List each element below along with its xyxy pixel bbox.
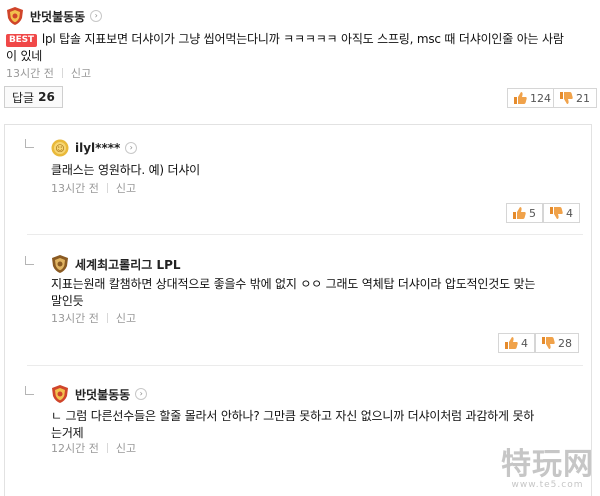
author-name[interactable]: 반덧불동동 bbox=[30, 8, 85, 25]
reply-arrow-icon bbox=[25, 139, 34, 148]
comment-time: 13시간 전 bbox=[6, 67, 54, 80]
reply-meta: 12시간 전 신고 bbox=[51, 440, 136, 456]
reply-author-line: 세계최고롤리그 LPL bbox=[51, 254, 181, 274]
reply-meta: 13시간 전 신고 bbox=[51, 310, 136, 326]
reply-author-line: 반덧불동동 › bbox=[51, 384, 148, 404]
comment-meta: 13시간 전 신고 bbox=[6, 65, 91, 81]
thumbs-down-icon bbox=[560, 92, 573, 104]
like-count: 5 bbox=[529, 206, 536, 220]
meta-separator bbox=[106, 183, 108, 193]
like-button[interactable]: 4 bbox=[498, 333, 535, 353]
reply-meta: 13시간 전 신고 bbox=[51, 180, 136, 196]
reply-time: 13시간 전 bbox=[51, 312, 99, 325]
like-button[interactable]: 5 bbox=[506, 203, 543, 223]
author-name[interactable]: ilyl**** bbox=[75, 141, 120, 155]
reply-divider bbox=[27, 365, 583, 366]
reply-count: 26 bbox=[38, 90, 55, 104]
comment-author-line: 반덧불동동 › bbox=[6, 6, 103, 26]
comment-text-line1: lpl 탑솔 지표보면 더샤이가 그냥 씹어먹는다니까 ㅋㅋㅋㅋㅋ 아직도 스프… bbox=[41, 32, 564, 46]
thumbs-down-icon bbox=[550, 207, 563, 219]
svg-text:☺: ☺ bbox=[55, 144, 64, 155]
like-count: 4 bbox=[521, 336, 528, 350]
meta-separator bbox=[106, 443, 108, 453]
shield-badge-icon: ☺ bbox=[51, 139, 69, 157]
reply-author-line: ☺ ilyl**** › bbox=[51, 138, 138, 158]
dislike-button[interactable]: 21 bbox=[553, 88, 597, 108]
like-count: 124 bbox=[530, 91, 551, 105]
dislike-count: 28 bbox=[558, 336, 572, 350]
watermark-url: www.te5.com bbox=[511, 480, 584, 490]
like-button[interactable]: 124 bbox=[507, 88, 558, 108]
meta-separator bbox=[61, 68, 63, 78]
thumbs-up-icon bbox=[505, 337, 518, 349]
replies-container: ☺ ilyl**** › 클래스는 영원하다. 예) 더샤이 13시간 전 신고… bbox=[4, 124, 592, 496]
comment-text-line2: 이 있네 bbox=[6, 49, 43, 63]
shield-badge-icon bbox=[6, 7, 24, 25]
reply-arrow-icon bbox=[25, 386, 34, 395]
reply-time: 12시간 전 bbox=[51, 442, 99, 455]
site-watermark: 特玩网 www.te5.com bbox=[501, 447, 594, 491]
chevron-right-icon[interactable]: › bbox=[125, 142, 138, 154]
thumbs-up-icon bbox=[514, 92, 527, 104]
dislike-count: 21 bbox=[576, 91, 590, 105]
dislike-count: 4 bbox=[566, 206, 573, 220]
reply-toggle-button[interactable]: 답글 26 bbox=[4, 86, 63, 108]
meta-separator bbox=[106, 313, 108, 323]
reply-text-line1: ㄴ 그럼 다른선수들은 할줄 몰라서 안하나? 그만큼 못하고 자신 없으니까 … bbox=[51, 409, 535, 423]
report-link[interactable]: 신고 bbox=[116, 440, 136, 456]
report-link[interactable]: 신고 bbox=[116, 310, 136, 326]
chevron-right-icon[interactable]: › bbox=[135, 388, 148, 400]
thumbs-down-icon bbox=[542, 337, 555, 349]
reply-arrow-icon bbox=[25, 256, 34, 265]
comment-body: BEST lpl 탑솔 지표보면 더샤이가 그냥 씹어먹는다니까 ㅋㅋㅋㅋㅋ 아직… bbox=[6, 31, 598, 65]
reply-text-line2: 말인듯 bbox=[51, 294, 84, 308]
reply-text-line2: 는거제 bbox=[51, 426, 84, 440]
reply-text-line1: 클래스는 영원하다. 예) 더샤이 bbox=[51, 163, 201, 177]
reply-button-label: 답글 bbox=[12, 90, 35, 105]
report-link[interactable]: 신고 bbox=[116, 180, 136, 196]
author-name[interactable]: 반덧불동동 bbox=[75, 386, 130, 403]
reply-divider bbox=[27, 234, 583, 235]
dislike-button[interactable]: 28 bbox=[535, 333, 579, 353]
best-badge: BEST bbox=[6, 34, 37, 47]
shield-badge-icon bbox=[51, 385, 69, 403]
chevron-right-icon[interactable]: › bbox=[90, 10, 103, 22]
dislike-button[interactable]: 4 bbox=[543, 203, 580, 223]
thumbs-up-icon bbox=[513, 207, 526, 219]
reply-time: 13시간 전 bbox=[51, 182, 99, 195]
watermark-logo-text: 特玩网 bbox=[501, 447, 594, 482]
reply-text-line1: 지표는원래 칼챔하면 상대적으로 좋을수 밖에 없지 ㅇㅇ 그래도 역체탑 더샤… bbox=[51, 277, 536, 291]
reply-body: ㄴ 그럼 다른선수들은 할줄 몰라서 안하나? 그만큼 못하고 자신 없으니까 … bbox=[51, 408, 581, 442]
author-name[interactable]: 세계최고롤리그 LPL bbox=[75, 256, 181, 273]
reply-body: 지표는원래 칼챔하면 상대적으로 좋을수 밖에 없지 ㅇㅇ 그래도 역체탑 더샤… bbox=[51, 276, 581, 310]
reply-body: 클래스는 영원하다. 예) 더샤이 bbox=[51, 162, 581, 179]
shield-badge-icon bbox=[51, 255, 69, 273]
report-link[interactable]: 신고 bbox=[71, 65, 91, 81]
